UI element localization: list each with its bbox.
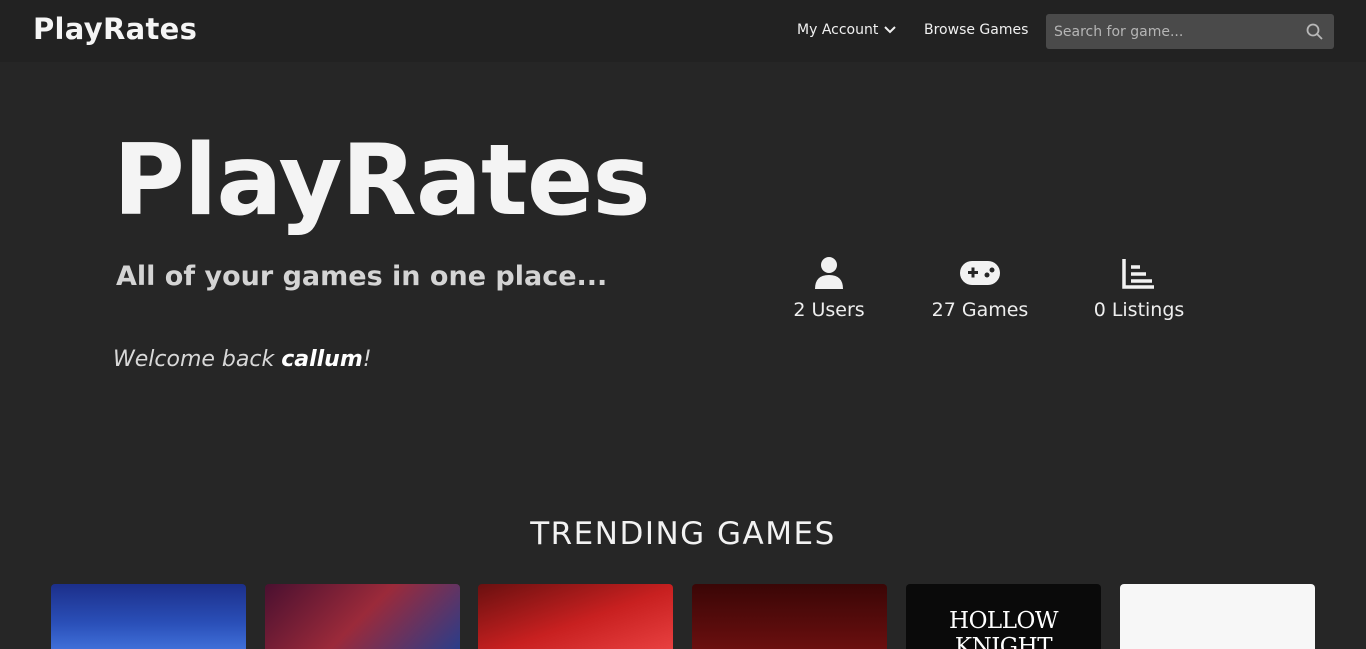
- game-card-title: HOLLOW KNIGHT: [949, 608, 1058, 649]
- welcome-suffix: !: [362, 347, 372, 372]
- game-card[interactable]: [51, 584, 246, 649]
- stat-listings: 0 Listings: [1090, 256, 1188, 321]
- chart-icon: [1122, 259, 1154, 289]
- stat-games: 27 Games: [928, 256, 1032, 321]
- game-card[interactable]: [478, 584, 673, 649]
- search-input[interactable]: [1046, 14, 1296, 49]
- welcome-message: Welcome back callum!: [113, 347, 372, 372]
- game-card[interactable]: [1120, 584, 1315, 649]
- stat-users: 2 Users: [788, 256, 870, 321]
- stat-listings-label: 0 Listings: [1093, 299, 1185, 321]
- trending-games-heading: TRENDING GAMES: [530, 516, 836, 552]
- navbar: PlayRates My Account Browse Games: [0, 0, 1366, 62]
- game-card[interactable]: [265, 584, 460, 649]
- welcome-prefix: Welcome back: [113, 347, 282, 372]
- page-title: PlayRates: [113, 124, 651, 238]
- page-subtitle: All of your games in one place...: [116, 261, 608, 292]
- brand-logo[interactable]: PlayRates: [33, 12, 197, 46]
- search-box: [1046, 14, 1334, 49]
- chevron-down-icon: [884, 26, 897, 34]
- user-icon: [815, 257, 843, 289]
- gamepad-icon: [960, 261, 1000, 285]
- username: callum: [281, 347, 363, 372]
- my-account-label: My Account: [797, 22, 879, 38]
- stat-users-label: 2 Users: [793, 299, 865, 321]
- game-card[interactable]: [692, 584, 887, 649]
- browse-games-link[interactable]: Browse Games: [924, 22, 1028, 38]
- game-card[interactable]: HOLLOW KNIGHT: [906, 584, 1101, 649]
- my-account-dropdown[interactable]: My Account: [797, 22, 897, 38]
- stat-games-label: 27 Games: [931, 299, 1029, 321]
- search-icon[interactable]: [1306, 23, 1323, 40]
